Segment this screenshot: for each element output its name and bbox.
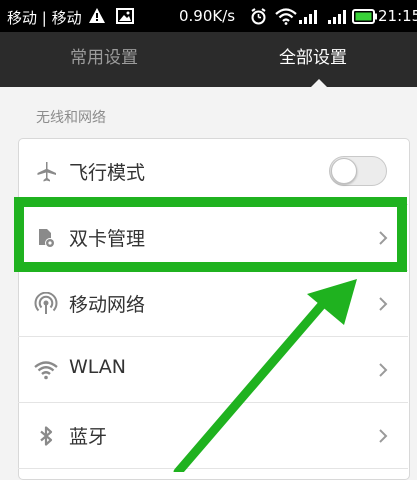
pointer-arrow <box>173 279 357 472</box>
